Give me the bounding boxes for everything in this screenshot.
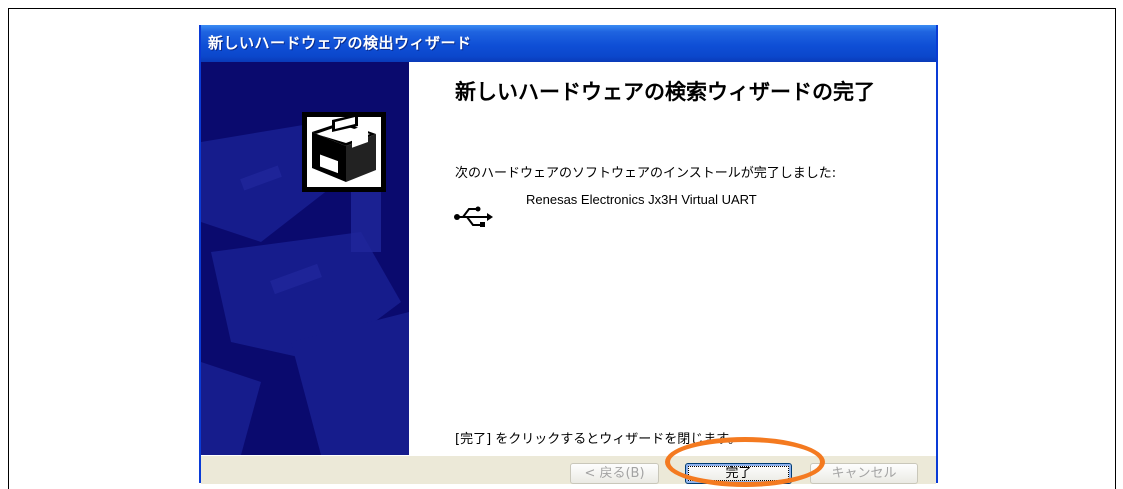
wizard-side-panel (201, 62, 409, 455)
closing-instruction: [完了] をクリックするとウィザードを閉じます。 (455, 432, 741, 447)
button-bar: < 戻る(B) 完了 キャンセル (201, 455, 936, 484)
hardware-wizard-icon (302, 112, 386, 192)
finish-button[interactable]: 完了 (685, 463, 792, 484)
wizard-content: 新しいハードウェアの検索ウィザードの完了 次のハードウェアのソフトウェアのインス… (409, 62, 936, 455)
cancel-button[interactable]: キャンセル (810, 463, 918, 484)
window-title: 新しいハードウェアの検出ウィザード (201, 25, 936, 62)
device-name: Renesas Electronics Jx3H Virtual UART (526, 192, 757, 207)
page-title: 新しいハードウェアの検索ウィザードの完了 (455, 80, 875, 104)
usb-icon (454, 206, 493, 227)
completion-description: 次のハードウェアのソフトウェアのインストールが完了しました: (455, 166, 837, 181)
back-button[interactable]: < 戻る(B) (570, 463, 659, 484)
wizard-window: 新しいハードウェアの検出ウィザード 新しいハードウェアの検索ウィザードの完了 次… (199, 25, 938, 484)
